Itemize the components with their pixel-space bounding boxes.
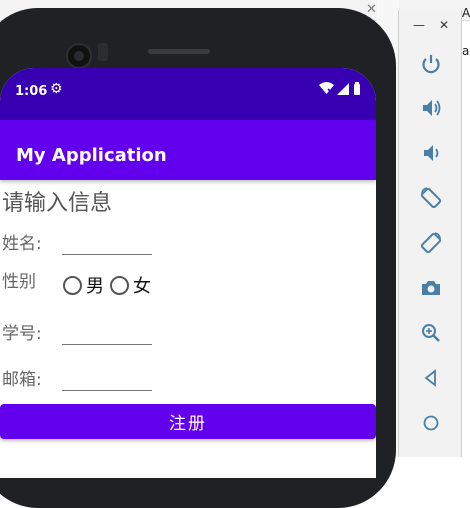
form-heading: 请输入信息 [2,191,113,216]
name-label: 姓名: [2,234,42,254]
gender-option-male[interactable]: 男 [63,272,104,298]
status-bar: 1:06 ⚙ [0,68,376,120]
emulator-toolbar: — ✕ [398,10,462,457]
power-icon[interactable] [417,50,445,78]
gender-option-label: 男 [86,276,104,297]
minimize-icon[interactable]: — [413,18,425,32]
gender-radio-group: 男 女 [63,272,151,298]
gender-option-label: 女 [133,276,151,297]
gender-label: 性别 [2,272,36,292]
app-title: My Application [16,145,167,166]
background-close-icon[interactable]: ✕ [366,2,377,17]
rotate-left-icon[interactable] [417,184,445,212]
register-button[interactable]: 注册 [0,404,376,439]
status-time: 1:06 [15,84,48,99]
volume-up-icon[interactable] [417,94,445,122]
student-id-input[interactable] [62,322,152,345]
cell-signal-icon [337,83,349,95]
phone-frame: 1:06 ⚙ My Application 请输入信息 姓名: 性别 男 女 学… [0,8,396,508]
front-camera [66,43,92,69]
name-input[interactable] [62,232,152,255]
phone-screen: 1:06 ⚙ My Application 请输入信息 姓名: 性别 男 女 学… [0,68,376,478]
back-icon[interactable] [417,364,445,392]
background-text-fragment: A [462,6,470,20]
radio-circle-icon [110,275,129,295]
zoom-icon[interactable] [417,319,445,347]
radio-circle-icon [63,275,82,295]
settings-gear-icon: ⚙ [50,81,63,97]
proximity-sensor [98,43,108,61]
background-text-fragment: a [462,44,470,58]
home-icon[interactable] [417,409,445,437]
earpiece-speaker [148,49,210,54]
wifi-icon [319,82,334,94]
email-label: 邮箱: [2,370,42,390]
volume-down-icon[interactable] [417,139,445,167]
rotate-right-icon[interactable] [417,229,445,257]
camera-icon[interactable] [417,274,445,302]
battery-icon [354,82,360,95]
student-id-label: 学号: [2,324,42,344]
email-input[interactable] [62,368,152,391]
gender-option-female[interactable]: 女 [110,272,151,298]
app-bar: My Application [0,120,376,180]
close-icon[interactable]: ✕ [439,18,449,32]
